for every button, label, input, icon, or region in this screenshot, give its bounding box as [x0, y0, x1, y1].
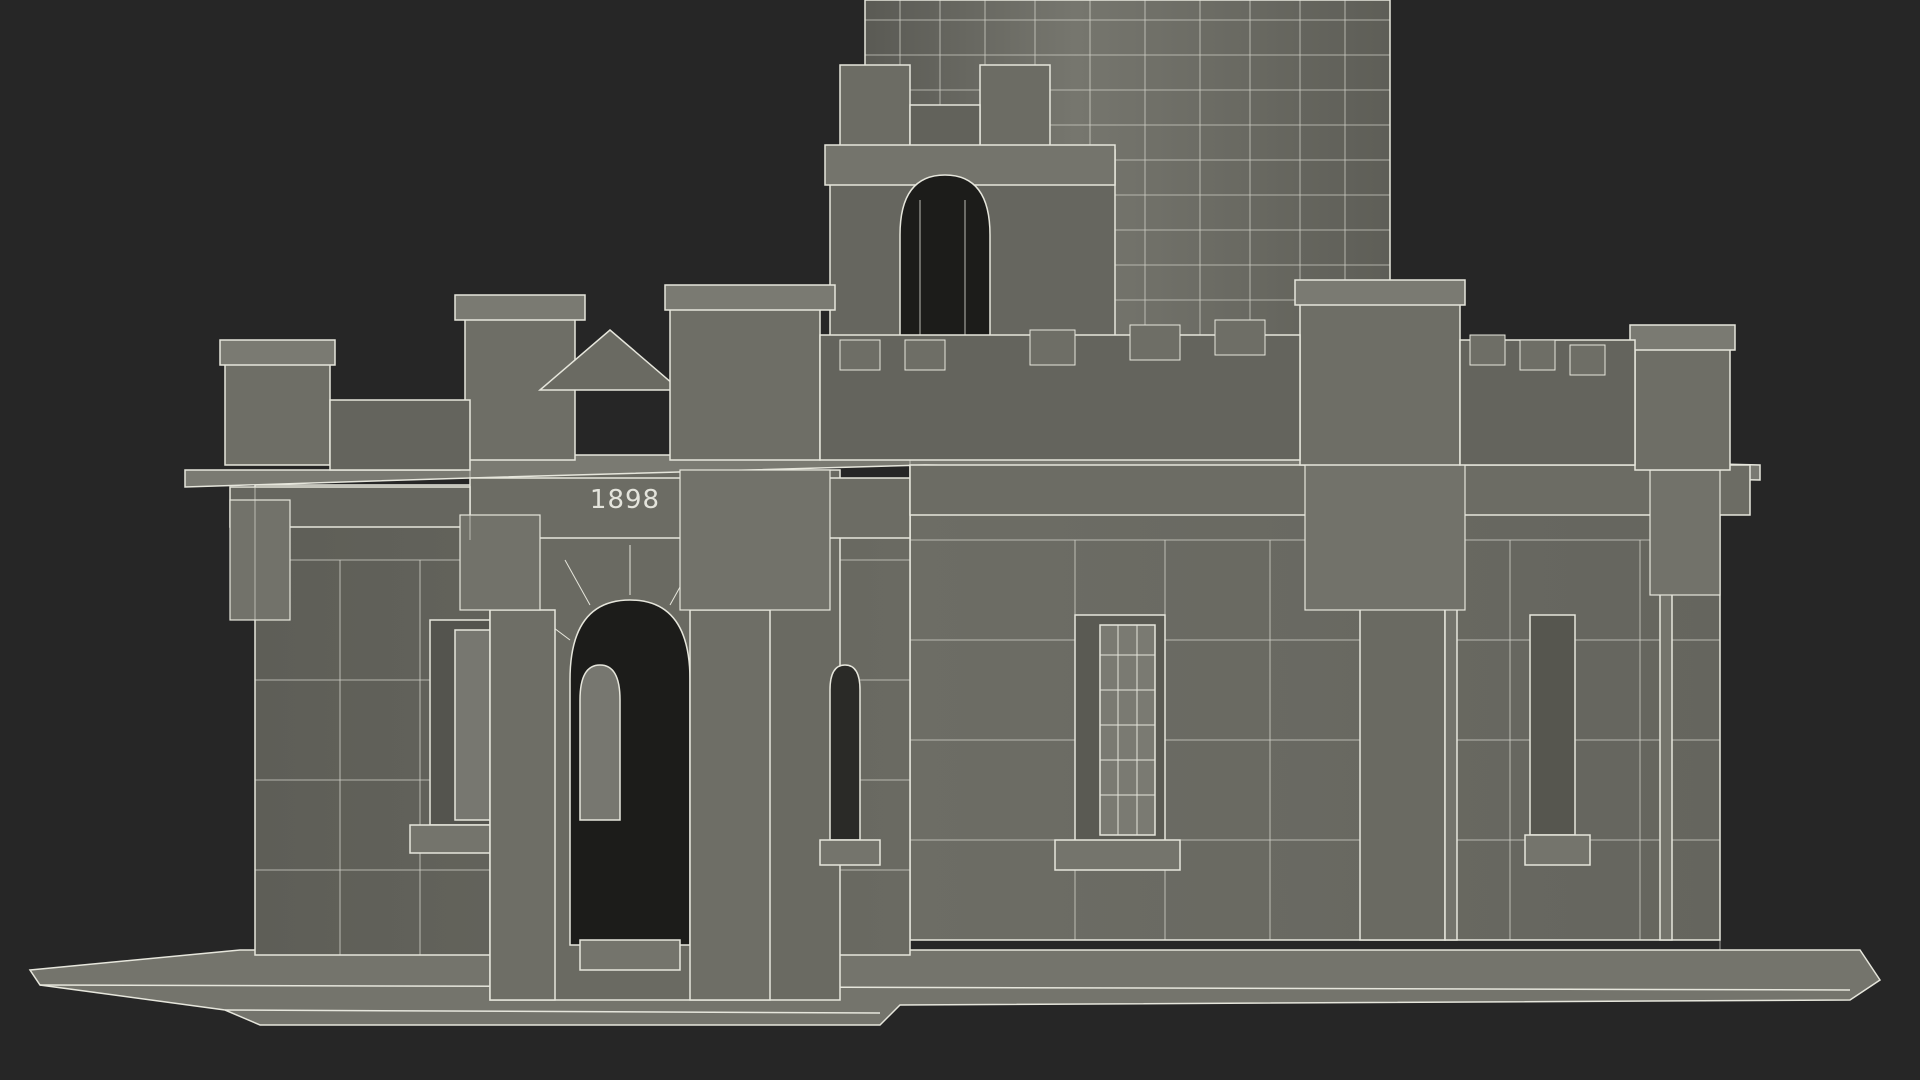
ground-plinth: [28, 949, 1882, 1026]
lighthouse-wireframe-render: [28, 0, 1882, 1026]
year-plaque: 1898: [589, 485, 661, 515]
